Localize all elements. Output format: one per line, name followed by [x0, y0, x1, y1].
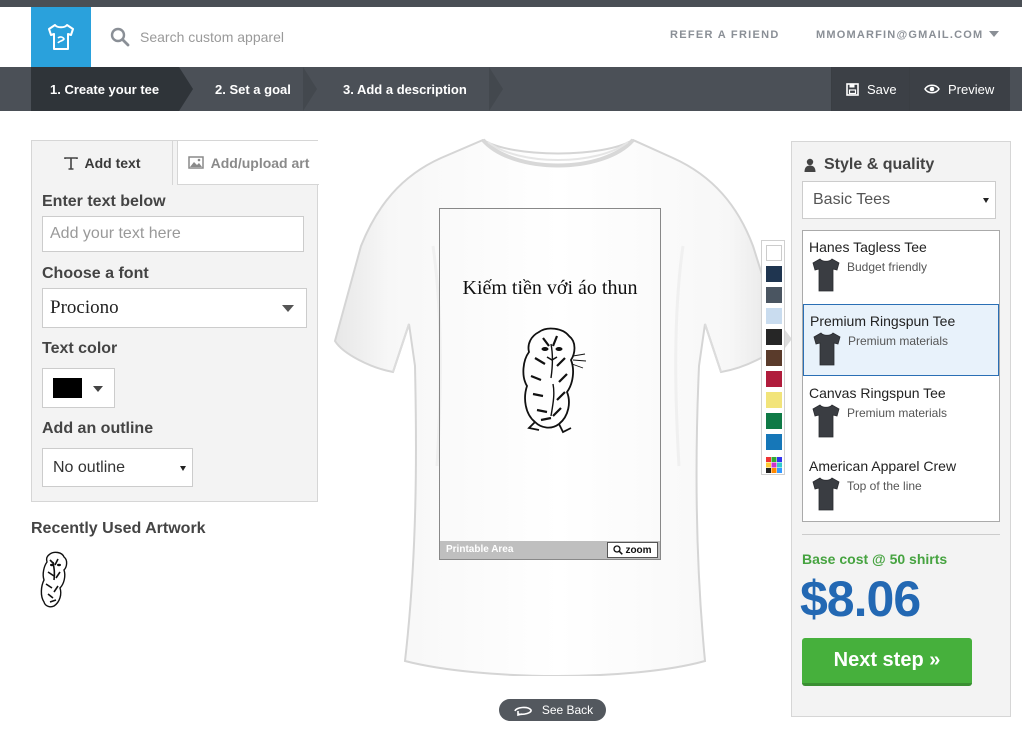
zoom-button[interactable]: zoom	[607, 542, 658, 558]
see-back-button[interactable]: See Back	[499, 699, 606, 721]
refer-friend-link[interactable]: REFER A FRIEND	[670, 29, 780, 41]
style-quality-panel: Style & quality Basic Tees Hanes Tagless…	[791, 141, 1011, 717]
recent-artwork-title: Recently Used Artwork	[31, 520, 206, 537]
type-value: Basic Tees	[813, 191, 891, 208]
printable-area-label: Printable Area	[446, 544, 514, 555]
product-desc: Premium materials	[847, 406, 948, 420]
search-input[interactable]	[140, 23, 440, 51]
tshirt-icon	[48, 24, 74, 50]
text-icon	[63, 156, 78, 170]
design-tools-panel: Add text Add/upload art Enter text below…	[31, 140, 319, 502]
product-name: Canvas Ringspun Tee	[809, 385, 946, 401]
tab-add-text[interactable]: Add text	[31, 140, 173, 185]
account-menu[interactable]: MMOMARFIN@GMAIL.COM	[816, 29, 1000, 41]
tiger-artwork[interactable]	[513, 324, 588, 434]
design-text-input[interactable]	[42, 216, 304, 252]
rotate-icon	[514, 706, 532, 716]
image-icon	[187, 156, 204, 169]
color-swatch[interactable]	[766, 329, 782, 345]
product-type-select[interactable]: Basic Tees	[802, 181, 996, 219]
color-swatch[interactable]	[766, 392, 782, 408]
next-step-button[interactable]: Next step »	[802, 638, 972, 686]
save-label: Save	[867, 81, 897, 97]
color-swatch[interactable]	[766, 371, 782, 387]
tab-label: Add text	[84, 155, 141, 171]
color-swatch[interactable]	[766, 266, 782, 282]
design-text[interactable]: Kiếm tiền với áo thun	[439, 277, 661, 300]
product-option[interactable]: Hanes Tagless Tee Budget friendly	[803, 231, 999, 303]
product-name: Hanes Tagless Tee	[809, 239, 927, 255]
outline-select[interactable]: No outline	[42, 448, 193, 487]
tshirt-icon	[811, 476, 841, 512]
preview-button[interactable]: Preview	[909, 67, 1010, 111]
tshirt-icon	[811, 257, 841, 293]
chevron-down-icon	[983, 198, 989, 203]
tab-add-art[interactable]: Add/upload art	[177, 141, 319, 185]
product-option[interactable]: Canvas Ringspun Tee Premium materials	[803, 377, 999, 449]
step-separator	[489, 67, 503, 111]
search-icon	[110, 27, 130, 47]
account-email: MMOMARFIN@GMAIL.COM	[816, 29, 984, 41]
chevron-down-icon	[989, 31, 1000, 37]
color-swatch[interactable]	[766, 350, 782, 366]
color-swatch	[53, 378, 82, 398]
product-desc: Budget friendly	[847, 260, 928, 274]
chevron-down-icon	[93, 386, 103, 392]
floppy-disk-icon	[846, 82, 859, 96]
product-option[interactable]: American Apparel Crew Top of the line	[803, 450, 999, 521]
title-text: Style & quality	[824, 156, 935, 173]
chevron-down-icon	[180, 466, 186, 471]
step-separator	[303, 67, 317, 111]
step-label: 3. Add a description	[343, 81, 467, 97]
font-label: Choose a font	[42, 265, 149, 282]
chevron-down-icon	[282, 305, 294, 312]
eye-icon	[924, 84, 940, 94]
style-quality-title: Style & quality	[804, 156, 934, 174]
color-swatch[interactable]	[766, 245, 782, 261]
price: $8.06	[800, 571, 921, 627]
preview-label: Preview	[948, 81, 995, 97]
magnifier-icon	[613, 545, 624, 555]
step-arrow	[179, 67, 193, 111]
step-add-description[interactable]: 3. Add a description	[343, 67, 467, 111]
product-name: Premium Ringspun Tee	[810, 313, 956, 329]
product-desc: Premium materials	[848, 334, 949, 348]
save-button[interactable]: Save	[831, 67, 909, 111]
text-color-label: Text color	[42, 340, 118, 357]
zoom-label: zoom	[625, 544, 652, 556]
step-label: 1. Create your tee	[50, 81, 160, 97]
see-back-label: See Back	[541, 703, 594, 717]
printable-area-bar: Printable Area zoom	[440, 541, 660, 559]
tshirt-icon	[811, 403, 841, 439]
product-desc: Top of the line	[847, 479, 922, 493]
step-bar: 1. Create your tee 2. Set a goal 3. Add …	[0, 67, 1022, 111]
product-option[interactable]: Premium Ringspun Tee Premium materials	[803, 304, 999, 376]
step-label: 2. Set a goal	[215, 81, 291, 97]
step-create-tee[interactable]: 1. Create your tee	[31, 67, 179, 111]
top-strip	[0, 0, 1022, 7]
logo[interactable]	[31, 7, 91, 67]
user-icon	[804, 158, 816, 172]
base-cost-label: Base cost @ 50 shirts	[802, 551, 948, 567]
color-swatch[interactable]	[766, 287, 782, 303]
color-swatch[interactable]	[766, 308, 782, 324]
outline-label: Add an outline	[42, 420, 154, 437]
recent-tiger-artwork[interactable]	[36, 550, 76, 610]
site-header: REFER A FRIEND MMOMARFIN@GMAIL.COM	[0, 7, 1022, 67]
more-colors-icon[interactable]	[766, 457, 782, 473]
shirt-color-palette	[761, 240, 785, 475]
product-list: Hanes Tagless Tee Budget friendly Premium …	[802, 230, 1000, 522]
product-name: American Apparel Crew	[809, 458, 957, 474]
step-set-goal[interactable]: 2. Set a goal	[215, 67, 291, 111]
enter-text-label: Enter text below	[42, 193, 166, 210]
divider	[802, 534, 1000, 535]
tshirt-icon	[812, 331, 842, 367]
tab-label: Add/upload art	[210, 154, 310, 171]
color-swatch[interactable]	[766, 434, 782, 450]
outline-value: No outline	[53, 458, 126, 476]
text-color-picker[interactable]	[42, 368, 115, 408]
color-swatch[interactable]	[766, 413, 782, 429]
font-value: Prociono	[50, 297, 119, 318]
font-select[interactable]: Prociono	[42, 288, 307, 328]
